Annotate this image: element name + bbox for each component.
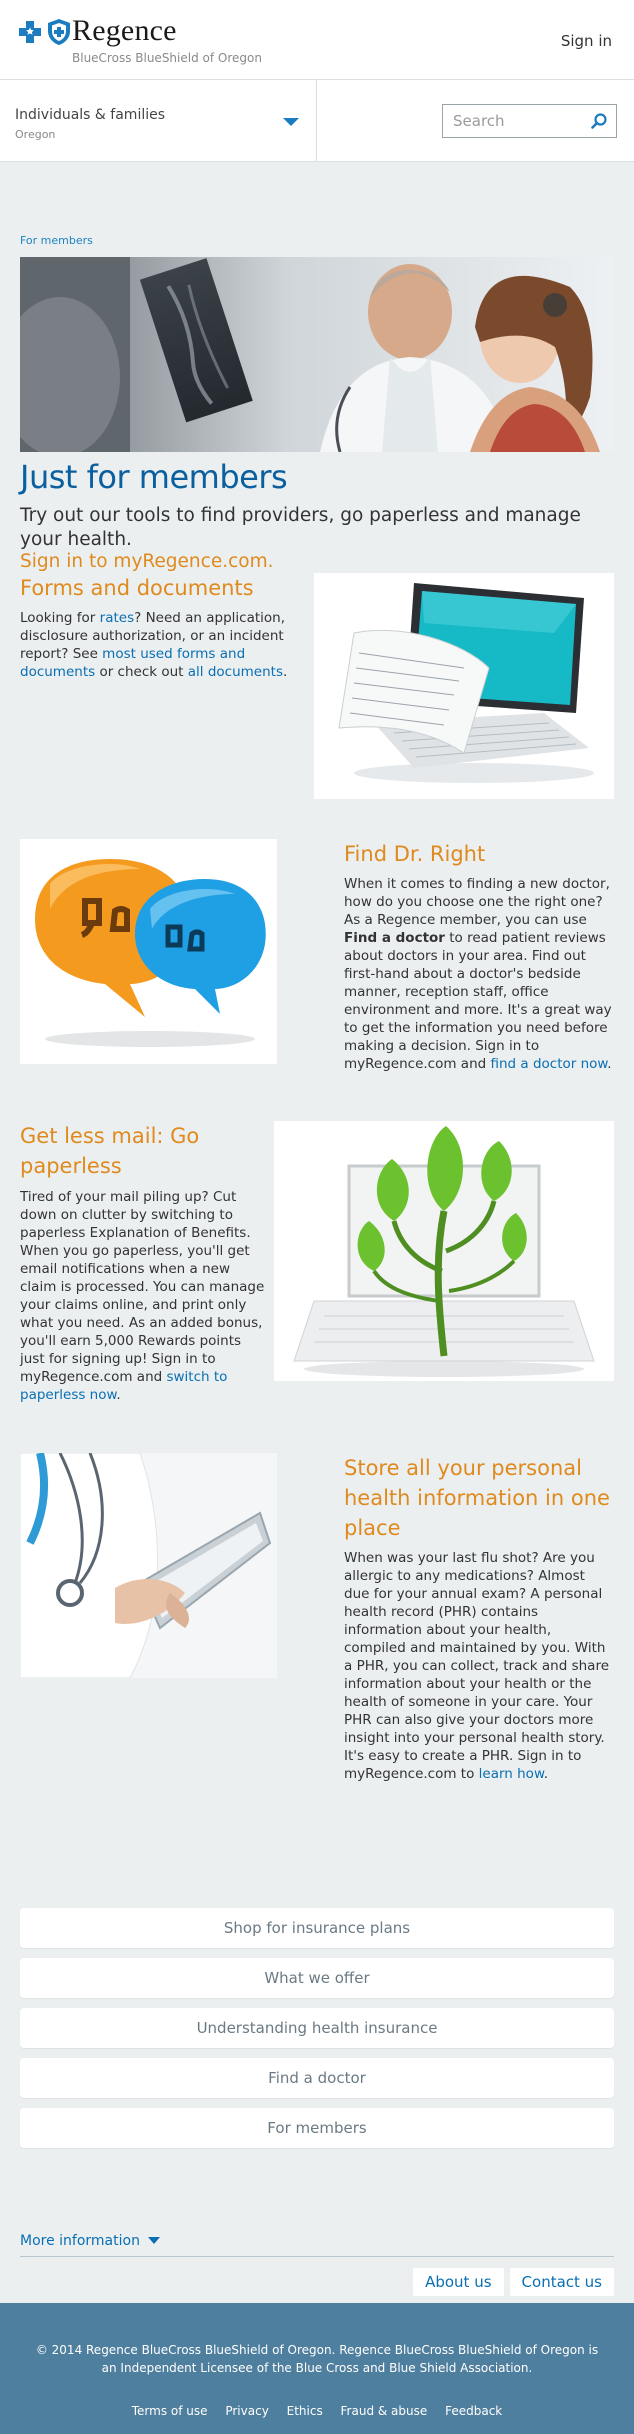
paperless-text-1: Tired of your mail piling up? Cut down o… <box>20 1189 265 1385</box>
terms-of-use-link[interactable]: Terms of use <box>132 2404 208 2418</box>
brand-name: Regence <box>72 14 177 47</box>
forms-heading: Forms and documents <box>20 576 254 600</box>
paperless-heading: Get less mail: Go paperless <box>20 1124 200 1178</box>
find-a-doctor-button[interactable]: Find a doctor <box>20 2058 614 2098</box>
divider <box>20 2256 614 2257</box>
brand-tagline: BlueCross BlueShield of Oregon <box>72 51 262 65</box>
audience-state: Oregon <box>15 128 56 141</box>
doctor-text-3: . <box>607 1056 612 1072</box>
speech-bubbles-image <box>20 839 277 1064</box>
what-we-offer-button[interactable]: What we offer <box>20 1958 614 1998</box>
paperless-text-2: . <box>116 1387 121 1403</box>
audience-selector[interactable]: Individuals & families Oregon <box>0 80 317 161</box>
about-us-link[interactable]: About us <box>413 2268 504 2296</box>
doctor-tablet-image <box>20 1453 277 1678</box>
audience-title: Individuals & families <box>15 107 166 123</box>
bluecross-cross-icon <box>19 21 41 43</box>
sign-in-myregence-link[interactable]: Sign in to myRegence.com. <box>20 551 273 572</box>
phr-text-2: . <box>543 1766 549 1782</box>
paperless-text: Tired of your mail piling up? Cut down o… <box>20 1188 265 1404</box>
forms-text-1: Looking for <box>20 610 100 626</box>
find-dr-right-heading: Find Dr. Right <box>344 842 486 866</box>
find-a-doctor-bold: Find a doctor <box>344 930 445 946</box>
hero-image-doctor-xray <box>20 257 614 452</box>
contact-us-link[interactable]: Contact us <box>509 2268 614 2296</box>
more-information-label: More information <box>20 2233 140 2249</box>
about-links: About us Contact us <box>407 2268 614 2296</box>
phr-text-1: When was your last flu shot? Are you all… <box>344 1550 610 1782</box>
doctor-text-2: to read patient reviews about doctors in… <box>344 930 612 1072</box>
laptop-plant-image <box>274 1121 614 1381</box>
doctor-text-1: When it comes to finding a new doctor, h… <box>344 876 610 928</box>
page-title: Just for members <box>20 458 288 496</box>
site-footer: © 2014 Regence BlueCross BlueShield of O… <box>0 2303 634 2434</box>
search-input[interactable] <box>443 105 583 137</box>
shop-for-insurance-plans-button[interactable]: Shop for insurance plans <box>20 1908 614 1948</box>
sign-in-link[interactable]: Sign in <box>561 32 612 50</box>
regence-logo[interactable] <box>18 18 72 46</box>
forms-text-3: or check out <box>95 664 188 680</box>
forms-text: Looking for rates? Need an application, … <box>20 609 290 681</box>
all-documents-link[interactable]: all documents <box>188 664 283 680</box>
intro-text: Try out our tools to find providers, go … <box>20 505 581 550</box>
search-icon[interactable] <box>590 112 608 130</box>
fraud-abuse-link[interactable]: Fraud & abuse <box>341 2404 428 2418</box>
find-dr-right-text: When it comes to finding a new doctor, h… <box>344 875 614 1073</box>
feedback-link[interactable]: Feedback <box>445 2404 502 2418</box>
section-links: Shop for insurance plans What we offer U… <box>20 1908 614 2158</box>
learn-how-link[interactable]: learn how <box>479 1766 544 1782</box>
for-members-button[interactable]: For members <box>20 2108 614 2148</box>
blueshield-icon <box>48 19 70 45</box>
laptop-document-image <box>314 573 614 799</box>
ethics-link[interactable]: Ethics <box>287 2404 323 2418</box>
forms-text-4: . <box>282 664 288 680</box>
more-information-toggle[interactable]: More information <box>20 2233 160 2249</box>
rates-link[interactable]: rates <box>100 610 134 626</box>
chevron-down-icon[interactable] <box>283 118 299 126</box>
phr-text: When was your last flu shot? Are you all… <box>344 1549 614 1783</box>
copyright-text: © 2014 Regence BlueCross BlueShield of O… <box>35 2343 599 2375</box>
phr-heading: Store all your personal health informati… <box>344 1456 610 1540</box>
site-header: Regence BlueCross BlueShield of Oregon S… <box>0 0 634 80</box>
find-a-doctor-now-link[interactable]: find a doctor now <box>490 1056 607 1072</box>
audience-search-bar: Individuals & families Oregon <box>0 80 634 162</box>
privacy-link[interactable]: Privacy <box>225 2404 268 2418</box>
understanding-health-insurance-button[interactable]: Understanding health insurance <box>20 2008 614 2048</box>
breadcrumb[interactable]: For members <box>20 234 93 247</box>
chevron-down-icon <box>147 2237 160 2244</box>
search-box <box>442 104 617 138</box>
footer-links: Terms of use Privacy Ethics Fraud & abus… <box>0 2404 634 2418</box>
